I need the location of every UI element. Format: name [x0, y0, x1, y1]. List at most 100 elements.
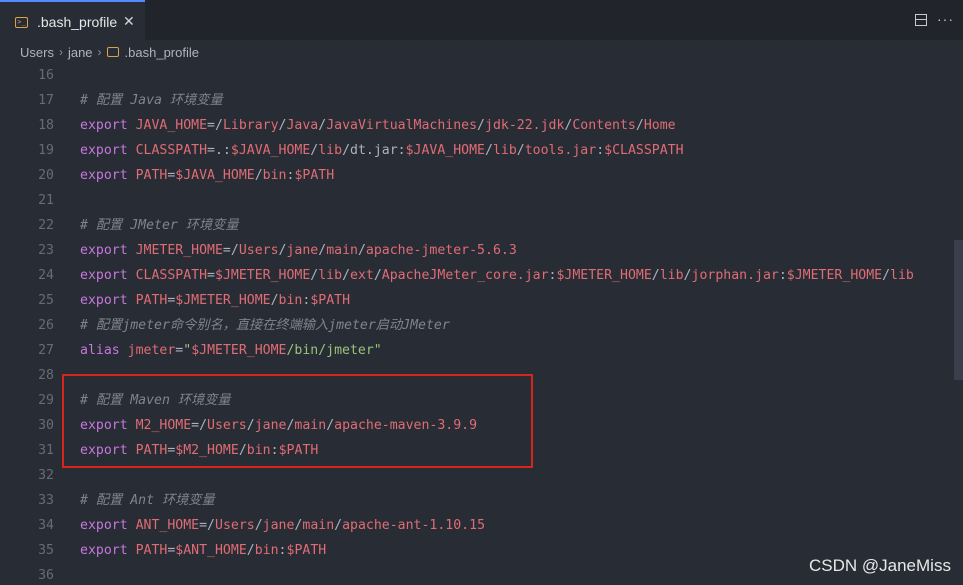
code-line[interactable]: 34 export ANT_HOME=/Users/jane/main/apach…	[0, 513, 963, 538]
code-token: # 配置 JMeter 环境变量	[80, 218, 239, 233]
code-line[interactable]: 21	[0, 188, 963, 213]
code-token: main	[302, 518, 335, 533]
code-token: $PATH	[294, 168, 335, 183]
code-token: # 配置jmeter命令别名，直接在终端输入jmeter启动JMeter	[80, 318, 450, 333]
code-token: /	[254, 168, 263, 183]
code-token: =/	[207, 118, 223, 133]
code-token: /	[270, 293, 279, 308]
line-number: 36	[38, 568, 54, 583]
code-token: /	[651, 268, 660, 283]
code-editor[interactable]: 16 17 # 配置 Java 环境变量 18 export JAVA_HOME=/Li…	[0, 63, 963, 585]
code-token: jmeter	[127, 343, 176, 358]
code-token: Library	[222, 118, 279, 133]
code-token: =	[207, 268, 215, 283]
code-token: =/	[199, 518, 215, 533]
code-token: $JMETER_HOME	[175, 293, 271, 308]
breadcrumb-item-file[interactable]: .bash_profile	[125, 45, 199, 60]
code-line[interactable]: 23 export JMETER_HOME=/Users/jane/main/ap…	[0, 238, 963, 263]
line-number: 19	[38, 143, 54, 158]
tab-bash-profile[interactable]: >_ .bash_profile ✕	[0, 0, 145, 40]
code-token: export	[80, 543, 136, 558]
code-line[interactable]: 18 export JAVA_HOME=/Library/Java/JavaVir…	[0, 113, 963, 138]
line-code: alias jmeter="$JMETER_HOME/bin/jmeter"	[80, 338, 382, 363]
more-actions-icon[interactable]: ···	[937, 11, 954, 27]
close-icon[interactable]: ✕	[123, 13, 135, 30]
code-token: :	[278, 543, 287, 558]
watermark: CSDN @JaneMiss	[809, 556, 951, 575]
code-token: $PATH	[310, 293, 351, 308]
line-number: 32	[38, 468, 54, 483]
code-token: # 配置 Java 环境变量	[80, 93, 223, 108]
line-code: # 配置jmeter命令别名，直接在终端输入jmeter启动JMeter	[80, 313, 450, 338]
code-token: :	[778, 268, 787, 283]
code-token: "	[183, 343, 192, 358]
code-token: bin	[278, 293, 303, 308]
line-number: 17	[38, 93, 54, 108]
code-token: export	[80, 243, 136, 258]
code-token: Users	[238, 243, 279, 258]
code-token: PATH	[135, 293, 168, 308]
terminal-file-icon	[106, 47, 119, 57]
code-line[interactable]: 17 # 配置 Java 环境变量	[0, 88, 963, 113]
line-number: 28	[38, 368, 54, 383]
line-code: export ANT_HOME=/Users/jane/main/apache-…	[80, 513, 485, 538]
code-line[interactable]: 27 alias jmeter="$JMETER_HOME/bin/jmeter"	[0, 338, 963, 363]
split-editor-icon[interactable]	[915, 14, 927, 26]
line-number: 34	[38, 518, 54, 533]
highlight-annotation-box	[62, 374, 533, 468]
line-number: 20	[38, 168, 54, 183]
code-line[interactable]: 20 export PATH=$JAVA_HOME/bin:$PATH	[0, 163, 963, 188]
code-token: /	[373, 268, 382, 283]
code-token: jane	[262, 518, 295, 533]
code-token: ApacheJMeter_core.jar	[381, 268, 549, 283]
code-line[interactable]: 22 # 配置 JMeter 环境变量	[0, 213, 963, 238]
code-token: jorphan.jar	[691, 268, 779, 283]
code-token: lib	[659, 268, 684, 283]
code-token: alias	[80, 343, 128, 358]
code-token: Home	[643, 118, 676, 133]
code-token: /	[246, 543, 255, 558]
vertical-scrollbar[interactable]	[954, 240, 963, 380]
terminal-file-icon: >_	[15, 17, 28, 28]
breadcrumb-item-users[interactable]: Users	[20, 45, 54, 60]
code-token: /	[485, 143, 493, 158]
code-token: /	[683, 268, 692, 283]
code-token: export	[80, 143, 136, 158]
code-token: $PATH	[286, 543, 327, 558]
line-code: # 配置 Ant 环境变量	[80, 488, 215, 513]
line-code: export PATH=$ANT_HOME/bin:$PATH	[80, 538, 326, 563]
breadcrumb: Users › jane › .bash_profile	[0, 40, 963, 64]
code-token: CLASSPATH	[135, 268, 208, 283]
code-token: $JAVA_HOME	[175, 168, 255, 183]
code-line[interactable]: 33 # 配置 Ant 环境变量	[0, 488, 963, 513]
line-number: 30	[38, 418, 54, 433]
breadcrumb-item-jane[interactable]: jane	[68, 45, 93, 60]
line-code: # 配置 Java 环境变量	[80, 88, 223, 113]
code-token: /	[254, 518, 263, 533]
code-line[interactable]: 19 export CLASSPATH=.:$JAVA_HOME/lib/dt.j…	[0, 138, 963, 163]
code-line[interactable]: 16	[0, 63, 963, 88]
code-token: $JMETER_HOME	[191, 343, 287, 358]
line-number: 29	[38, 393, 54, 408]
code-line[interactable]: 26 # 配置jmeter命令别名，直接在终端输入jmeter启动JMeter	[0, 313, 963, 338]
code-token: main	[326, 243, 358, 258]
code-token: bin	[262, 168, 287, 183]
code-line[interactable]: 24 export CLASSPATH=$JMETER_HOME/lib/ext/…	[0, 263, 963, 288]
tab-bar: >_ .bash_profile ✕ ···	[0, 0, 963, 40]
code-token: JMETER_HOME	[135, 243, 223, 258]
code-token: Contents	[572, 118, 636, 133]
code-token: export	[80, 518, 136, 533]
line-number: 23	[38, 243, 54, 258]
code-token: lib	[492, 143, 517, 158]
code-token: JAVA_HOME	[135, 118, 208, 133]
code-token: export	[80, 293, 136, 308]
code-token: /dt.jar:	[342, 143, 406, 158]
code-token: apache-jmeter-5.6.3	[365, 243, 517, 258]
code-token: lib	[318, 143, 343, 158]
code-token: ext	[350, 268, 374, 283]
code-line[interactable]: 25 export PATH=$JMETER_HOME/bin:$PATH	[0, 288, 963, 313]
code-token: $ANT_HOME	[175, 543, 247, 558]
line-number: 22	[38, 218, 54, 233]
code-token: Users	[215, 518, 255, 533]
code-token: /bin/jmeter"	[286, 343, 382, 358]
